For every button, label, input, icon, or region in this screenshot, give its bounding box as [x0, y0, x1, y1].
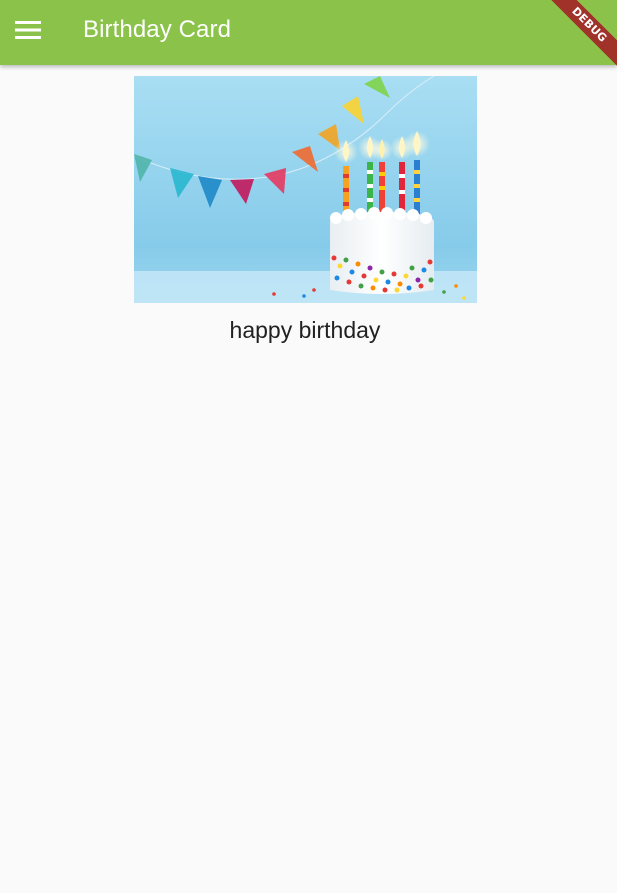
app-title: Birthday Card	[83, 16, 232, 43]
card-caption: happy birthday	[229, 317, 381, 343]
menu-icon	[15, 21, 41, 39]
menu-button[interactable]	[0, 0, 56, 60]
app-screen: Birthday Card DEBUG happy birthday	[0, 0, 617, 893]
app-bar: Birthday Card	[0, 0, 617, 65]
birthday-cake-image	[134, 76, 477, 303]
